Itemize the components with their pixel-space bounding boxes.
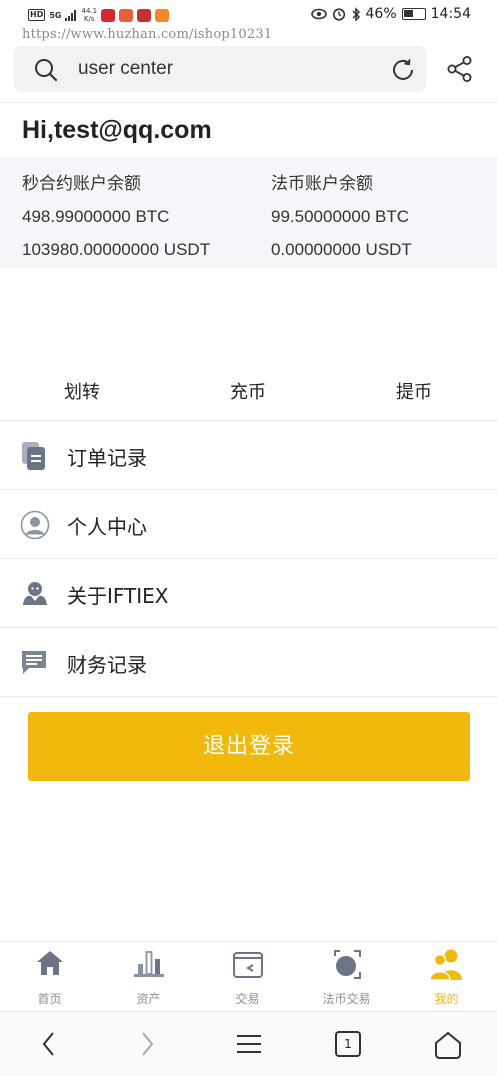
message-icon (20, 648, 48, 676)
url-watermark: https://www.huzhan.com/ishop10231 (22, 27, 273, 42)
home-icon (34, 947, 66, 983)
fiat-balance-btc: 99.50000000 BTC (271, 207, 409, 226)
quick-actions: 划转 充币 提币 (0, 378, 497, 404)
contract-balance-btc: 498.99000000 BTC (22, 207, 170, 226)
contract-balance: 秒合约账户余额 498.99000000 BTC 103980.00000000… (22, 167, 210, 266)
battery-percent: 46% (365, 6, 397, 22)
system-nav-bar: 1 (0, 1011, 497, 1076)
user-greeting: Hi,test@qq.com (22, 116, 212, 144)
profile-icon (428, 947, 465, 985)
search-bar[interactable]: user center (14, 46, 426, 92)
search-query[interactable]: user center (78, 58, 173, 80)
tabs-count-button[interactable]: 1 (335, 1031, 361, 1057)
menu-label: 财务记录 (67, 653, 147, 677)
tabs-count: 1 (344, 1037, 352, 1051)
hd-badge: HD (28, 9, 46, 21)
menu-label: 个人中心 (67, 515, 147, 539)
orders-icon (20, 441, 48, 470)
logout-button[interactable]: 退出登录 (28, 712, 470, 781)
menu-item-orders[interactable]: 订单记录 (0, 421, 497, 490)
app-notification-icon (137, 8, 152, 22)
tab-label: 法币交易 (322, 992, 371, 1006)
app-notification-icon (101, 8, 116, 22)
alarm-icon (332, 8, 345, 21)
tab-trade[interactable]: 交易 (198, 942, 297, 1012)
clock: 14:54 (430, 6, 471, 22)
home-nav-icon[interactable] (433, 1030, 463, 1064)
tab-label: 资产 (136, 992, 161, 1006)
about-icon (20, 579, 48, 607)
tab-fiat-trade[interactable]: 法币交易 (297, 942, 396, 1012)
tab-assets[interactable]: 资产 (99, 942, 198, 1012)
forward-icon[interactable] (138, 1030, 156, 1062)
assets-icon (132, 947, 166, 985)
eye-icon (310, 8, 327, 20)
battery-icon (401, 8, 426, 20)
network-speed: 44.1 K/s (81, 7, 97, 23)
deposit-button[interactable]: 充币 (230, 378, 266, 404)
withdraw-button[interactable]: 提币 (396, 378, 432, 404)
network-speed-unit: K/s (83, 15, 95, 23)
status-bar-left: HD 5G 44.1 K/s (28, 7, 170, 23)
menu-item-profile[interactable]: 个人中心 (0, 490, 497, 559)
app-notification-icon (155, 8, 170, 22)
fiat-trade-icon (330, 947, 364, 985)
menu-item-about[interactable]: 关于IFTIEX (0, 559, 497, 628)
bottom-tab-bar: 首页 资产 交易 法币交易 我的 (0, 941, 497, 1011)
tab-home[interactable]: 首页 (0, 942, 99, 1012)
person-icon (20, 510, 50, 540)
tab-label: 我的 (434, 992, 459, 1006)
refresh-icon[interactable] (390, 57, 416, 87)
app-notification-icon (119, 8, 134, 22)
header-divider (0, 102, 497, 103)
signal-label: 5G (49, 10, 62, 20)
transfer-button[interactable]: 划转 (64, 378, 100, 404)
bluetooth-icon (351, 6, 360, 22)
network-speed-value: 44.1 (81, 7, 98, 15)
contract-balance-usdt: 103980.00000000 USDT (22, 240, 211, 259)
back-icon[interactable] (40, 1030, 58, 1062)
status-bar-right: 46% 14:54 (310, 6, 471, 22)
menu-item-finance[interactable]: 财务记录 (0, 628, 497, 697)
balance-panel: 秒合约账户余额 498.99000000 BTC 103980.00000000… (0, 157, 497, 268)
tab-profile[interactable]: 我的 (396, 942, 497, 1012)
fiat-balance-usdt: 0.00000000 USDT (271, 240, 412, 259)
status-bar: HD 5G 44.1 K/s 46% 14:54 (0, 0, 497, 30)
contract-balance-title: 秒合约账户余额 (22, 174, 141, 193)
fiat-balance-title: 法币账户余额 (271, 174, 373, 193)
search-icon (34, 58, 58, 86)
menu-icon[interactable] (236, 1030, 262, 1062)
signal-icon (65, 9, 77, 21)
menu-label: 订单记录 (67, 446, 147, 470)
trade-icon (231, 947, 265, 985)
fiat-balance: 法币账户余额 99.50000000 BTC 0.00000000 USDT (271, 167, 412, 266)
tab-label: 交易 (235, 992, 260, 1006)
tab-label: 首页 (37, 992, 62, 1006)
share-icon[interactable] (447, 56, 475, 86)
menu-label: 关于IFTIEX (67, 584, 169, 608)
